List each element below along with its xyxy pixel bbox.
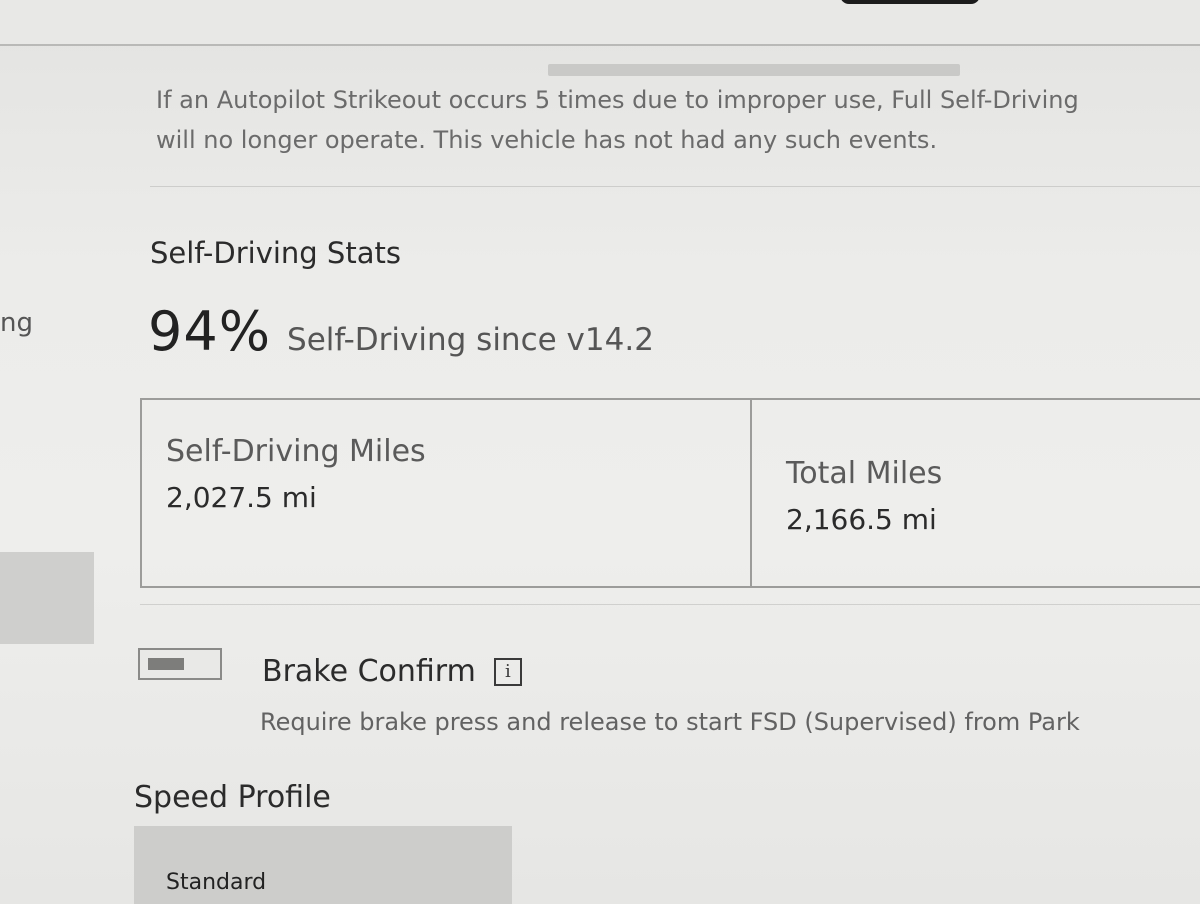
- total-miles-value: 2,166.5 mi: [786, 503, 937, 536]
- speed-profile-selector[interactable]: Standard: [134, 826, 512, 904]
- miles-stats-table: Self-Driving Miles 2,027.5 mi Total Mile…: [140, 398, 1200, 588]
- self-driving-miles-cell: Self-Driving Miles 2,027.5 mi: [142, 400, 752, 586]
- speed-profile-selected-option[interactable]: Standard: [166, 870, 266, 895]
- self-driving-miles-value: 2,027.5 mi: [166, 481, 317, 514]
- brake-confirm-toggle[interactable]: [138, 648, 222, 680]
- brake-confirm-label: Brake Confirm: [262, 654, 476, 689]
- brake-confirm-header: Brake Confirm i: [262, 654, 522, 689]
- strikeout-notice: If an Autopilot Strikeout occurs 5 times…: [156, 80, 1200, 160]
- speed-profile-title: Speed Profile: [134, 780, 331, 815]
- strikeout-notice-line-2: will no longer operate. This vehicle has…: [156, 126, 938, 154]
- self-driving-stats-title: Self-Driving Stats: [150, 236, 401, 270]
- total-miles-cell: Total Miles 2,166.5 mi: [752, 400, 1200, 586]
- sidebar-selected-item[interactable]: [0, 552, 94, 644]
- self-driving-percent-line: 94% Self-Driving since v14.2: [148, 300, 654, 363]
- divider: [150, 186, 1200, 187]
- settings-screen: ng If an Autopilot Strikeout occurs 5 ti…: [0, 0, 1200, 904]
- brake-confirm-description: Require brake press and release to start…: [260, 708, 1080, 736]
- self-driving-miles-label: Self-Driving Miles: [166, 434, 426, 469]
- info-icon[interactable]: i: [493, 657, 522, 686]
- total-miles-label: Total Miles: [786, 456, 943, 491]
- scroll-indicator[interactable]: [548, 64, 960, 76]
- strikeout-notice-line-1: If an Autopilot Strikeout occurs 5 times…: [156, 86, 1079, 114]
- divider: [140, 604, 1200, 605]
- display-bezel: [0, 0, 1200, 46]
- toggle-knob: [148, 658, 184, 670]
- self-driving-percent: 94%: [148, 300, 272, 363]
- self-driving-percent-caption: Self-Driving since v14.2: [287, 322, 654, 358]
- sidebar-item-partial[interactable]: ng: [0, 308, 33, 338]
- bezel-camera-notch: [840, 0, 980, 4]
